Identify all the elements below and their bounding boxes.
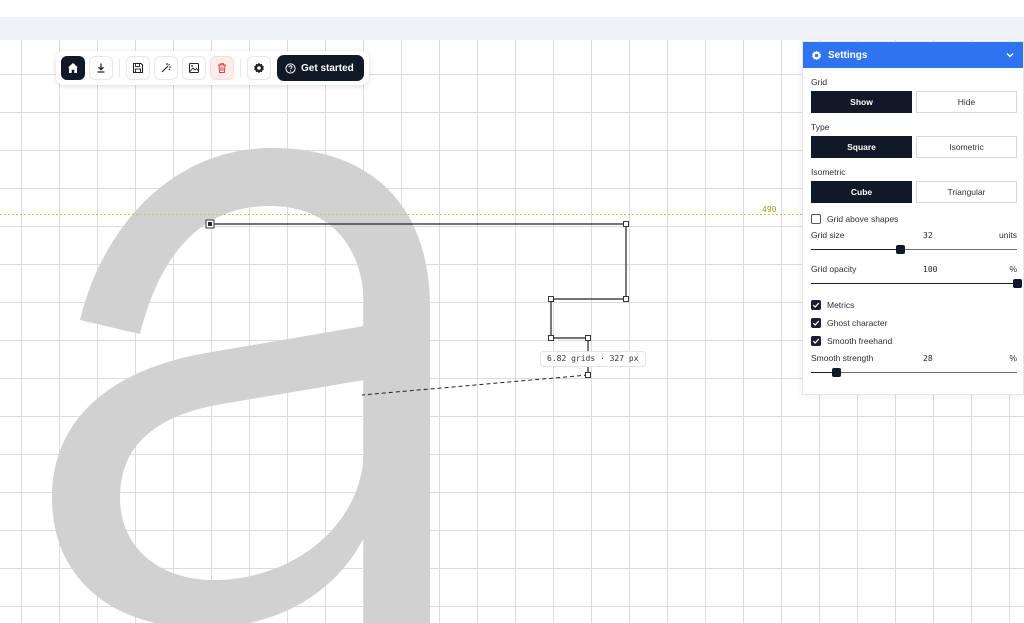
gear-icon: [254, 62, 264, 74]
toolbar-separator: [240, 59, 241, 77]
save-icon: [132, 62, 144, 74]
check-icon: [812, 338, 820, 344]
smooth-strength-unit: %: [1009, 353, 1017, 363]
grid-show-button[interactable]: Show: [811, 91, 912, 113]
grid-label: Grid: [811, 77, 828, 87]
grid-opacity-row: Grid opacity 100 %: [811, 264, 1017, 274]
type-label: Type: [811, 122, 830, 132]
top-bar: [0, 0, 1024, 17]
settings-title: Settings: [828, 49, 868, 61]
grid-toggle: Show Hide: [811, 91, 1017, 113]
isometric-cube-button[interactable]: Cube: [811, 181, 912, 203]
grid-above-shapes-row[interactable]: Grid above shapes: [811, 214, 1017, 224]
toolbar-separator: [119, 59, 120, 77]
isometric-toggle: Cube Triangular: [811, 181, 1017, 203]
grid-size-label: Grid size: [811, 230, 845, 240]
trash-icon: [218, 63, 226, 73]
smooth-freehand-label: Smooth freehand: [827, 336, 893, 346]
settings-panel: Settings Grid Show Hide Type Square Isom…: [802, 41, 1024, 395]
image-button[interactable]: [182, 56, 206, 80]
smooth-freehand-checkbox[interactable]: [811, 336, 821, 346]
smooth-freehand-row[interactable]: Smooth freehand: [811, 336, 1017, 346]
grid-opacity-label: Grid opacity: [811, 264, 857, 274]
smooth-strength-row: Smooth strength 28 %: [811, 353, 1017, 363]
magic-wand-icon: [161, 63, 171, 73]
grid-above-shapes-label: Grid above shapes: [827, 214, 899, 224]
delete-button[interactable]: [210, 56, 234, 80]
slider-thumb[interactable]: [895, 245, 905, 254]
slider-thumb[interactable]: [1013, 279, 1022, 288]
smooth-strength-value: 28: [923, 353, 933, 363]
grid-above-shapes-checkbox[interactable]: [811, 214, 821, 224]
download-icon: [97, 63, 105, 73]
type-isometric-button[interactable]: Isometric: [916, 136, 1017, 158]
settings-button[interactable]: [247, 56, 271, 80]
grid-size-unit: units: [999, 230, 1017, 240]
grid-opacity-value: 100: [923, 264, 938, 274]
measurement-tooltip: 6.82 grids · 327 px: [540, 351, 646, 367]
ghost-character-label: Ghost character: [827, 318, 888, 328]
ghost-character-row[interactable]: Ghost character: [811, 318, 1017, 328]
home-button[interactable]: [61, 56, 85, 80]
chevron-down-icon[interactable]: [1005, 50, 1015, 60]
download-button[interactable]: [89, 56, 113, 80]
gear-icon: [811, 50, 822, 60]
metrics-row[interactable]: Metrics: [811, 300, 1017, 310]
home-icon: [68, 63, 78, 73]
grid-size-row: Grid size 32 units: [811, 230, 1017, 240]
smooth-strength-label: Smooth strength: [811, 353, 874, 363]
get-started-label: Get started: [301, 62, 354, 74]
grid-hide-button[interactable]: Hide: [916, 91, 1017, 113]
grid-opacity-slider[interactable]: [811, 279, 1022, 289]
isometric-label: Isometric: [811, 167, 846, 177]
metrics-checkbox[interactable]: [811, 300, 821, 310]
settings-panel-header[interactable]: Settings: [803, 42, 1023, 68]
save-button[interactable]: [126, 56, 150, 80]
help-circle-icon: [285, 62, 296, 74]
get-started-button[interactable]: Get started: [277, 55, 364, 81]
grid-opacity-unit: %: [1009, 264, 1017, 274]
type-square-button[interactable]: Square: [811, 136, 912, 158]
check-icon: [812, 320, 820, 326]
sub-bar: [0, 17, 1024, 40]
image-icon: [189, 63, 199, 73]
magic-wand-button[interactable]: [154, 56, 178, 80]
smooth-strength-slider[interactable]: [811, 368, 1017, 378]
grid-size-slider[interactable]: [811, 245, 1017, 255]
metrics-label: Metrics: [827, 300, 855, 310]
grid-size-value: 32: [923, 230, 933, 240]
check-icon: [812, 302, 820, 308]
toolbar: Get started: [56, 51, 369, 85]
slider-thumb[interactable]: [831, 368, 841, 377]
type-toggle: Square Isometric: [811, 136, 1017, 158]
ghost-character-checkbox[interactable]: [811, 318, 821, 328]
isometric-triangular-button[interactable]: Triangular: [916, 181, 1017, 203]
